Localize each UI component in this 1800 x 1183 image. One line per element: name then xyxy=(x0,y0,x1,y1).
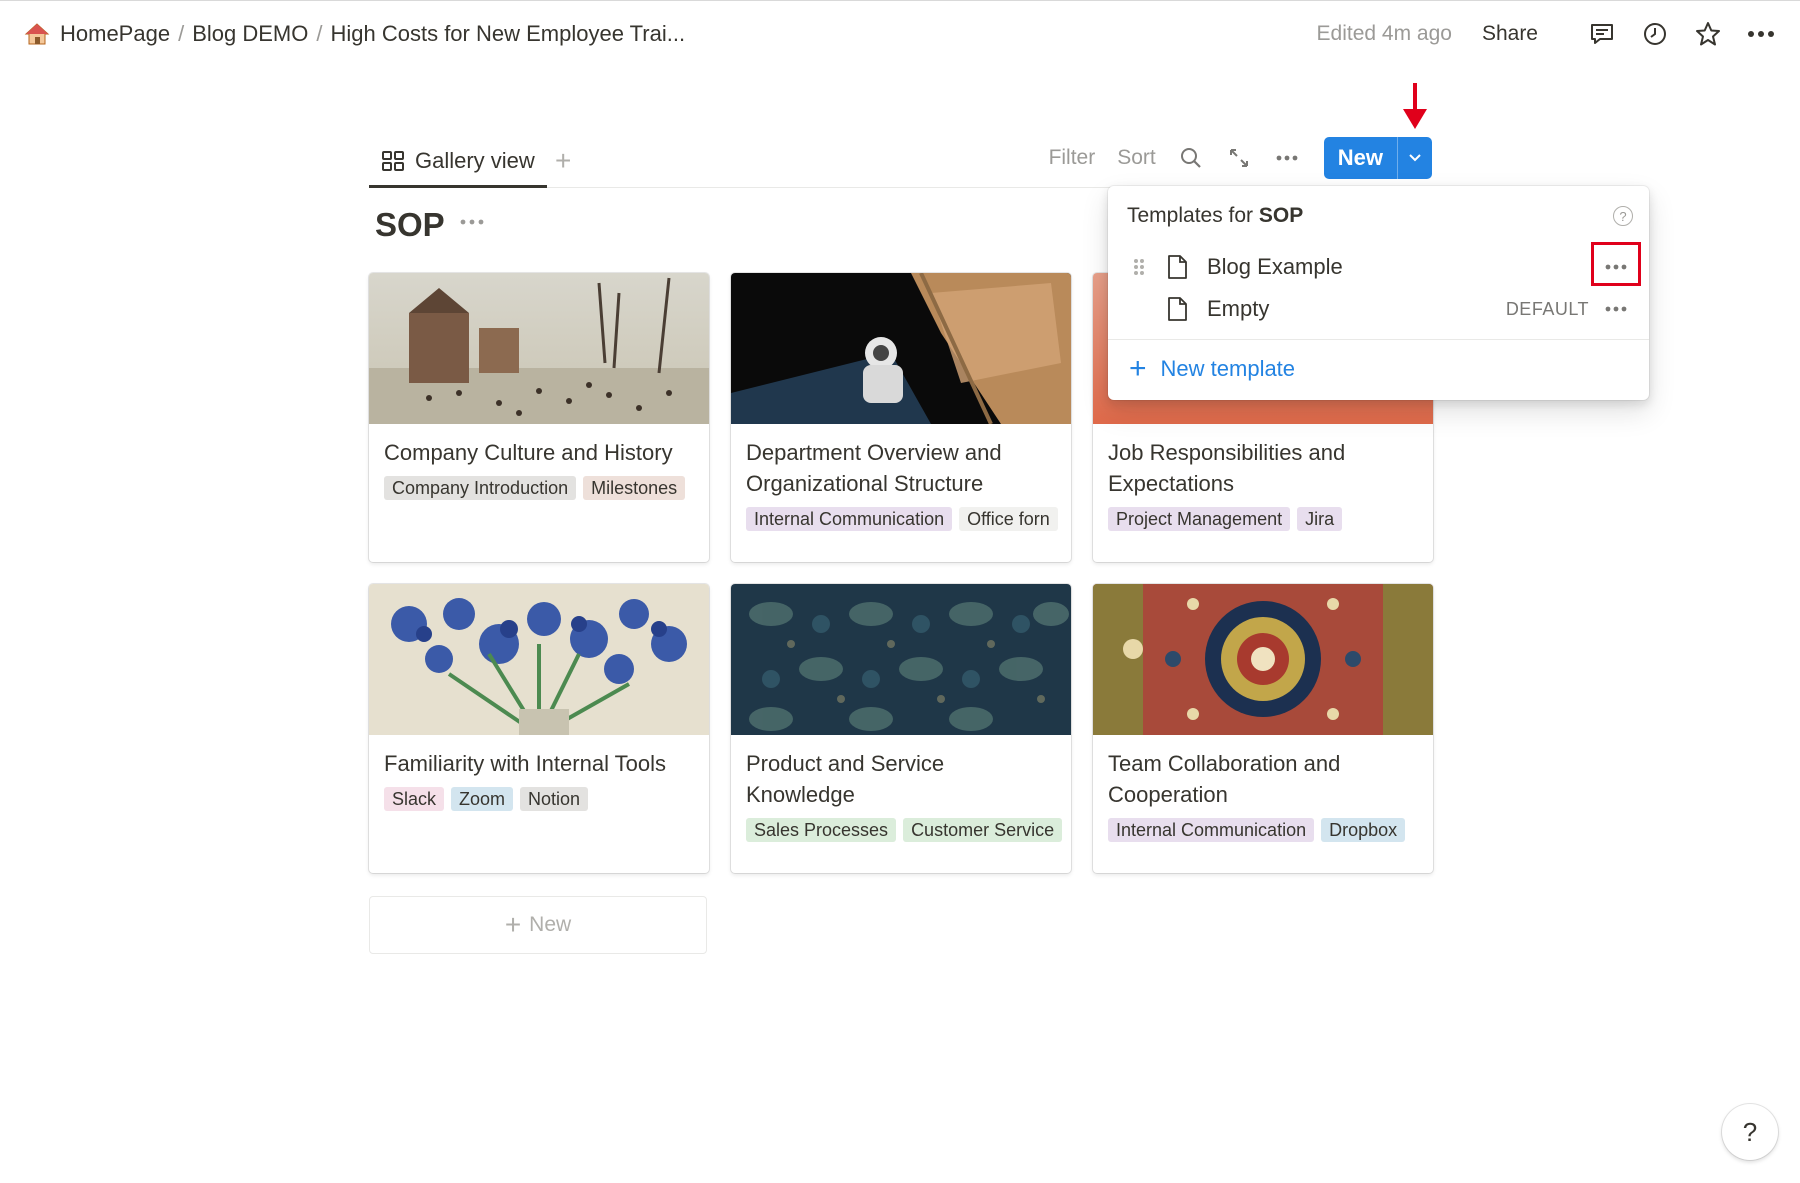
popup-divider xyxy=(1108,339,1649,340)
card-cover-image xyxy=(1093,584,1433,735)
chevron-down-icon[interactable] xyxy=(1397,137,1432,179)
tag: Project Management xyxy=(1108,507,1291,531)
template-item-blog-example[interactable]: Blog Example xyxy=(1108,246,1649,288)
templates-title-prefix: Templates for xyxy=(1127,204,1259,227)
card-title: Department Overview and Organizational S… xyxy=(746,440,1002,496)
card-title: Job Responsibilities and Expectations xyxy=(1108,440,1346,496)
card-cover-image xyxy=(369,273,709,424)
filter-button[interactable]: Filter xyxy=(1049,146,1096,170)
breadcrumb-separator: / xyxy=(178,21,185,46)
edited-timestamp: Edited 4m ago xyxy=(1316,22,1452,45)
card-tags: Company Introduction Milestones xyxy=(369,468,709,500)
tag: Company Introduction xyxy=(384,476,577,500)
plus-icon: + xyxy=(1129,352,1147,385)
database-view-bar: Gallery view + Filter Sort New xyxy=(369,137,1432,188)
tag: Sales Processes xyxy=(746,818,897,842)
house-icon xyxy=(24,21,50,47)
card-tags: Project Management Jira xyxy=(1093,499,1433,531)
help-circle-icon[interactable]: ? xyxy=(1613,206,1633,226)
topbar-actions: Edited 4m ago Share xyxy=(1317,19,1776,49)
new-button: New xyxy=(1323,137,1432,179)
drag-handle-icon[interactable] xyxy=(1132,257,1146,277)
breadcrumb-item-homepage[interactable]: HomePage xyxy=(60,21,170,47)
card-title: Company Culture and History xyxy=(384,440,673,465)
share-button[interactable]: Share xyxy=(1482,22,1538,46)
card-cover-image xyxy=(731,273,1071,424)
tag: Internal Communication xyxy=(1108,818,1315,842)
add-new-card-button[interactable]: + New xyxy=(369,896,707,954)
view-actions: Filter Sort New xyxy=(1027,137,1432,179)
clock-icon[interactable] xyxy=(1640,19,1670,49)
template-name: Empty xyxy=(1207,296,1270,321)
new-template-label: New template xyxy=(1160,356,1296,381)
templates-popup-title: Templates for SOP xyxy=(1127,204,1303,228)
add-view-button[interactable]: + xyxy=(555,145,571,177)
annotation-highlight-box xyxy=(1591,242,1641,286)
tag: Jira xyxy=(1297,507,1343,531)
card-cover-image xyxy=(369,584,709,735)
page-icon xyxy=(1165,296,1189,322)
comment-icon[interactable] xyxy=(1587,19,1617,49)
templates-popup: Templates for SOP ? Blog Example Empty D… xyxy=(1108,186,1649,400)
template-name: Blog Example xyxy=(1207,254,1343,279)
breadcrumb: HomePage / Blog DEMO / High Costs for Ne… xyxy=(24,21,685,47)
card-title: Team Collaboration and Cooperation xyxy=(1108,751,1341,807)
tag: Dropbox xyxy=(1321,818,1406,842)
card-tags: Internal Communication Dropbox xyxy=(1093,810,1433,842)
breadcrumb-separator: / xyxy=(316,21,323,46)
page-icon xyxy=(1165,254,1189,280)
annotation-arrow-icon xyxy=(1403,83,1427,129)
view-more-icon[interactable] xyxy=(1274,145,1300,171)
tab-gallery-view[interactable]: Gallery view xyxy=(369,137,547,188)
tag: Slack xyxy=(384,787,445,811)
plus-icon: + xyxy=(504,909,522,940)
add-new-card-label: New xyxy=(529,913,572,936)
new-button-label[interactable]: New xyxy=(1324,137,1397,179)
templates-title-db: SOP xyxy=(1258,204,1304,227)
tag: Office forn xyxy=(959,507,1058,531)
default-badge: DEFAULT xyxy=(1505,298,1589,319)
gallery-card[interactable]: Product and Service Knowledge Sales Proc… xyxy=(731,584,1071,873)
card-tags: Slack Zoom Notion xyxy=(369,779,709,811)
new-template-button[interactable]: + New template xyxy=(1129,352,1296,385)
gallery-card[interactable]: Familiarity with Internal Tools Slack Zo… xyxy=(369,584,709,873)
expand-icon[interactable] xyxy=(1226,145,1252,171)
card-title: Product and Service Knowledge xyxy=(746,751,945,807)
gallery-card[interactable]: Team Collaboration and Cooperation Inter… xyxy=(1093,584,1433,873)
card-title: Familiarity with Internal Tools xyxy=(384,751,667,776)
search-icon[interactable] xyxy=(1178,145,1204,171)
card-tags: Internal Communication Office forn xyxy=(731,499,1071,531)
sort-button[interactable]: Sort xyxy=(1117,146,1156,170)
database-title[interactable]: SOP xyxy=(375,206,445,244)
breadcrumb-item-blog-demo[interactable]: Blog DEMO xyxy=(192,21,308,47)
template-item-empty[interactable]: Empty DEFAULT xyxy=(1108,288,1649,330)
tag: Customer Service xyxy=(903,818,1063,842)
help-button[interactable]: ? xyxy=(1722,1104,1778,1160)
gallery-grid-icon xyxy=(381,149,405,173)
tag: Notion xyxy=(520,787,589,811)
tab-gallery-view-label: Gallery view xyxy=(415,148,535,173)
star-icon[interactable] xyxy=(1693,19,1723,49)
gallery-card[interactable]: Company Culture and History Company Intr… xyxy=(369,273,709,562)
breadcrumb-item-current-page[interactable]: High Costs for New Employee Trai... xyxy=(330,21,685,47)
top-bar: HomePage / Blog DEMO / High Costs for Ne… xyxy=(0,0,1800,72)
card-tags: Sales Processes Customer Service xyxy=(731,810,1071,842)
tag: Milestones xyxy=(583,476,686,500)
more-icon[interactable] xyxy=(1746,19,1776,49)
tag: Zoom xyxy=(451,787,514,811)
card-cover-image xyxy=(731,584,1071,735)
database-more-icon[interactable] xyxy=(460,212,484,230)
gallery-card[interactable]: Department Overview and Organizational S… xyxy=(731,273,1071,562)
template-more-icon[interactable] xyxy=(1601,297,1631,321)
tag: Internal Communication xyxy=(746,507,953,531)
